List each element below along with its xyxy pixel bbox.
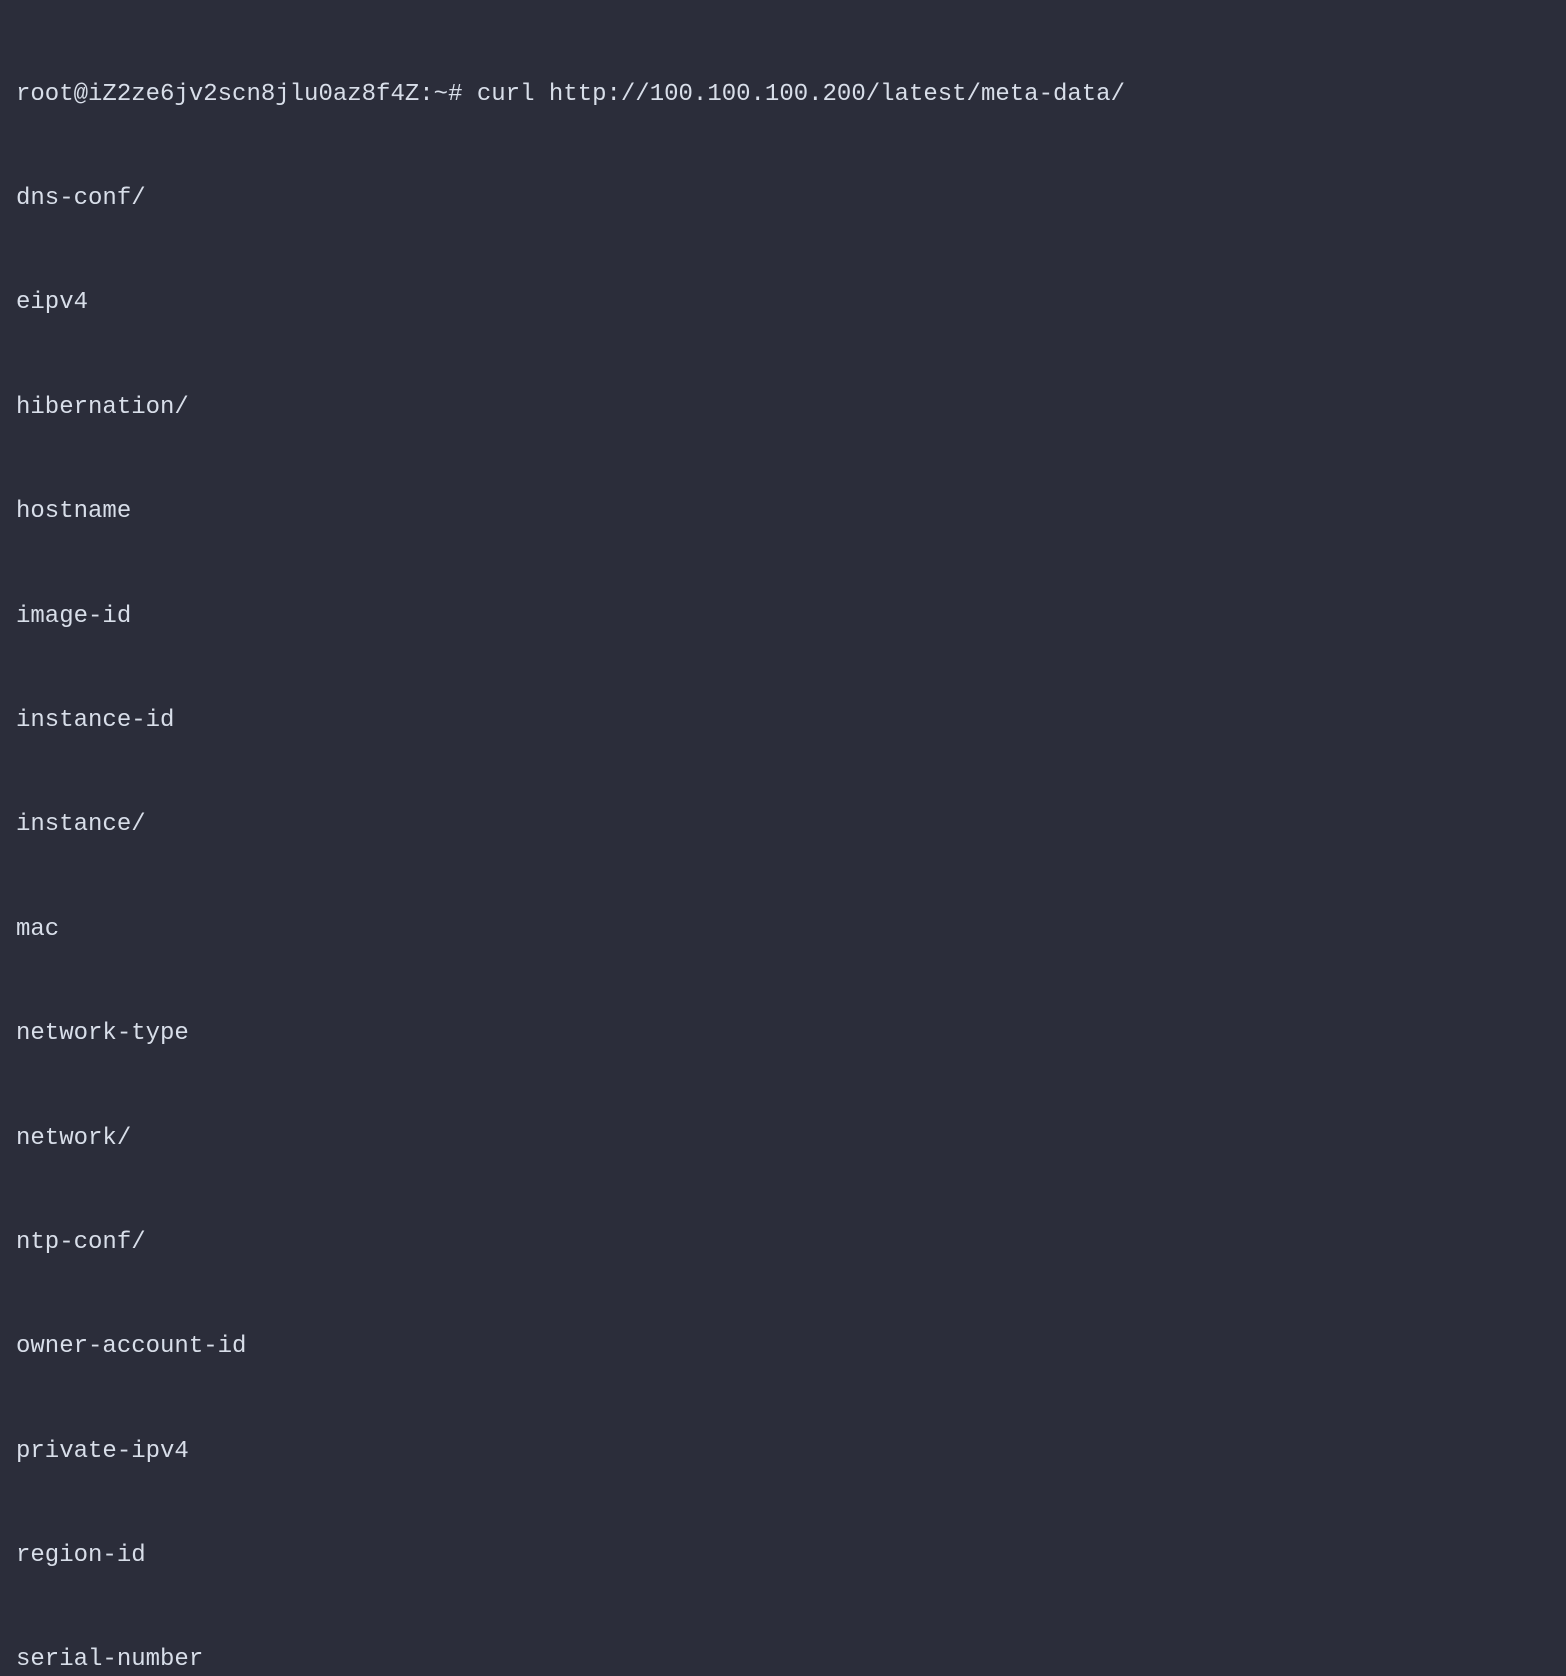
output-line: ntp-conf/	[16, 1226, 1550, 1261]
output-line: region-id	[16, 1539, 1550, 1574]
output-line: image-id	[16, 600, 1550, 635]
output-line: dns-conf/	[16, 182, 1550, 217]
output-line: instance-id	[16, 704, 1550, 739]
output-line: mac	[16, 913, 1550, 948]
shell-prompt: root@iZ2ze6jv2scn8jlu0az8f4Z:~#	[16, 81, 477, 108]
command-line-1: root@iZ2ze6jv2scn8jlu0az8f4Z:~# curl htt…	[16, 78, 1550, 113]
output-line: serial-number	[16, 1643, 1550, 1676]
output-line: hibernation/	[16, 391, 1550, 426]
shell-command: curl http://100.100.100.200/latest/meta-…	[477, 81, 1125, 108]
terminal-window[interactable]: root@iZ2ze6jv2scn8jlu0az8f4Z:~# curl htt…	[16, 8, 1550, 1676]
output-line: eipv4	[16, 286, 1550, 321]
output-line: network/	[16, 1122, 1550, 1157]
output-line: owner-account-id	[16, 1330, 1550, 1365]
output-line: network-type	[16, 1017, 1550, 1052]
output-line: hostname	[16, 495, 1550, 530]
output-line: private-ipv4	[16, 1435, 1550, 1470]
